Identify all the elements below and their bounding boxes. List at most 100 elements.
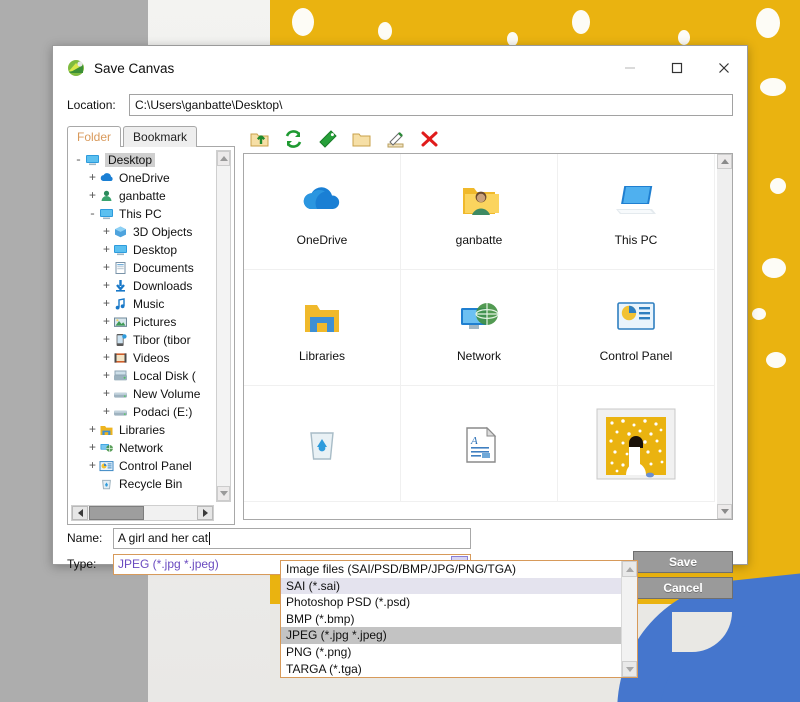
scroll-up-icon[interactable] — [622, 561, 637, 577]
expand-icon[interactable]: + — [86, 459, 99, 473]
tree-horizontal-scrollbar[interactable] — [71, 505, 214, 521]
dropdown-option[interactable]: Image files (SAI/PSD/BMP/JPG/PNG/TGA) — [281, 561, 621, 578]
tab-folder[interactable]: Folder — [67, 126, 122, 147]
user-icon — [99, 189, 116, 204]
expand-icon[interactable]: + — [100, 333, 113, 347]
tree-item-libraries[interactable]: + Libraries — [72, 421, 216, 439]
file-list[interactable]: OneDrive ganbatte This PC Libraries Network C… — [243, 153, 733, 520]
expand-icon[interactable]: + — [100, 351, 113, 365]
tree-item-onedrive[interactable]: + OneDrive — [72, 169, 216, 187]
expand-icon[interactable]: + — [86, 171, 99, 185]
tree-item-videos[interactable]: + Videos — [72, 349, 216, 367]
tree-item-pictures[interactable]: + Pictures — [72, 313, 216, 331]
expand-icon[interactable]: + — [100, 369, 113, 383]
tab-bookmark[interactable]: Bookmark — [123, 126, 198, 147]
expand-icon[interactable]: + — [86, 423, 99, 437]
tree-item-documents[interactable]: + Documents — [72, 259, 216, 277]
tree-item-tibor-tibor[interactable]: + Tibor (tibor — [72, 331, 216, 349]
scroll-left-icon[interactable] — [72, 506, 88, 520]
tree-item-label: This PC — [119, 207, 162, 221]
scroll-down-icon[interactable] — [717, 504, 732, 519]
dropdown-option[interactable]: TARGA (*.tga) — [281, 661, 621, 677]
dropdown-option[interactable]: Photoshop PSD (*.psd) — [281, 594, 621, 611]
dropdown-option[interactable]: JPEG (*.jpg *.jpeg) — [281, 627, 621, 644]
tree-item-label: Music — [133, 297, 165, 311]
dropdown-vertical-scrollbar[interactable] — [621, 561, 637, 677]
file-item[interactable] — [558, 386, 715, 502]
close-button[interactable] — [700, 46, 747, 90]
expand-icon[interactable]: + — [100, 243, 113, 257]
expand-icon[interactable]: + — [100, 261, 113, 275]
expand-icon[interactable]: + — [100, 279, 113, 293]
up-folder-icon[interactable] — [249, 129, 271, 150]
wallpaper-dot — [766, 352, 786, 368]
tree-item-network[interactable]: + Network — [72, 439, 216, 457]
tree-item-new-volume[interactable]: + New Volume — [72, 385, 216, 403]
new-folder-icon[interactable] — [351, 129, 373, 150]
file-item-control-panel[interactable]: Control Panel — [558, 270, 715, 386]
folder-tree[interactable]: - Desktop + OneDrive + ganbatte - This PC +3D Ob… — [72, 151, 216, 504]
scroll-right-icon[interactable] — [197, 506, 213, 520]
hscroll-thumb[interactable] — [89, 506, 144, 520]
scroll-up-icon[interactable] — [717, 154, 732, 169]
save-button[interactable]: Save — [633, 551, 733, 573]
expand-icon[interactable]: + — [86, 189, 99, 203]
tree-item-control-panel[interactable]: + Control Panel — [72, 457, 216, 475]
tree-item-podaci-e[interactable]: + Podaci (E:) — [72, 403, 216, 421]
collapse-icon[interactable]: - — [86, 207, 99, 221]
tree-item-this-pc[interactable]: - This PC — [72, 205, 216, 223]
file-item-label: ganbatte — [455, 233, 503, 247]
tree-vertical-scrollbar[interactable] — [216, 150, 231, 502]
file-item-libraries[interactable]: Libraries — [244, 270, 401, 386]
expand-icon[interactable]: + — [100, 315, 113, 329]
cloud-icon — [298, 176, 346, 224]
expand-icon[interactable]: + — [100, 297, 113, 311]
dropdown-option[interactable]: SAI (*.sai) — [281, 577, 621, 595]
tree-item-label: Documents — [133, 261, 194, 275]
thispc-icon — [612, 176, 660, 224]
file-item-this-pc[interactable]: This PC — [558, 154, 715, 270]
refresh-icon[interactable] — [283, 129, 305, 150]
rename-icon[interactable] — [385, 129, 407, 150]
collapse-icon[interactable]: - — [72, 153, 85, 167]
scroll-up-icon[interactable] — [217, 151, 230, 166]
tree-item-desktop[interactable]: + Desktop — [72, 241, 216, 259]
scroll-down-icon[interactable] — [622, 661, 637, 677]
action-buttons: Save Cancel — [633, 551, 733, 603]
scroll-down-icon[interactable] — [217, 486, 230, 501]
title-bar[interactable]: Save Canvas — [53, 46, 747, 90]
delete-icon[interactable] — [419, 129, 441, 150]
dropdown-option[interactable]: BMP (*.bmp) — [281, 611, 621, 628]
music-icon — [113, 297, 130, 312]
tree-item-ganbatte[interactable]: + ganbatte — [72, 187, 216, 205]
wallpaper-dot — [572, 10, 590, 34]
expand-icon[interactable]: + — [86, 441, 99, 455]
file-item-onedrive[interactable]: OneDrive — [244, 154, 401, 270]
tree-item-music[interactable]: + Music — [72, 295, 216, 313]
type-dropdown-list[interactable]: Image files (SAI/PSD/BMP/JPG/PNG/TGA) SAI… — [280, 560, 638, 678]
bookmark-tag-icon[interactable] — [317, 129, 339, 150]
filelist-vertical-scrollbar[interactable] — [717, 154, 732, 519]
tree-item-3d-objects[interactable]: +3D Objects — [72, 223, 216, 241]
svg-text:A: A — [470, 435, 478, 447]
dropdown-option[interactable]: PNG (*.png) — [281, 644, 621, 661]
tree-item-local-disk[interactable]: + Local Disk ( — [72, 367, 216, 385]
location-label: Location: — [67, 98, 116, 112]
wallpaper-dot — [756, 8, 780, 38]
cancel-button[interactable]: Cancel — [633, 577, 733, 599]
file-item-ganbatte[interactable]: ganbatte — [401, 154, 558, 270]
expand-icon[interactable]: + — [100, 405, 113, 419]
file-item[interactable] — [244, 386, 401, 502]
tree-item-downloads[interactable]: + Downloads — [72, 277, 216, 295]
file-item-network[interactable]: Network — [401, 270, 558, 386]
file-item[interactable]: A — [401, 386, 558, 502]
maximize-button[interactable] — [653, 46, 700, 90]
minimize-button[interactable] — [606, 46, 653, 90]
tree-item-label: Libraries — [119, 423, 166, 437]
location-input[interactable] — [129, 94, 733, 116]
tree-item-recycle-bin[interactable]: Recycle Bin — [72, 475, 216, 493]
expand-icon[interactable]: + — [100, 387, 113, 401]
name-input[interactable]: A girl and her cat — [113, 527, 471, 549]
expand-icon[interactable]: + — [100, 225, 113, 239]
tree-item-desktop[interactable]: - Desktop — [72, 151, 216, 169]
